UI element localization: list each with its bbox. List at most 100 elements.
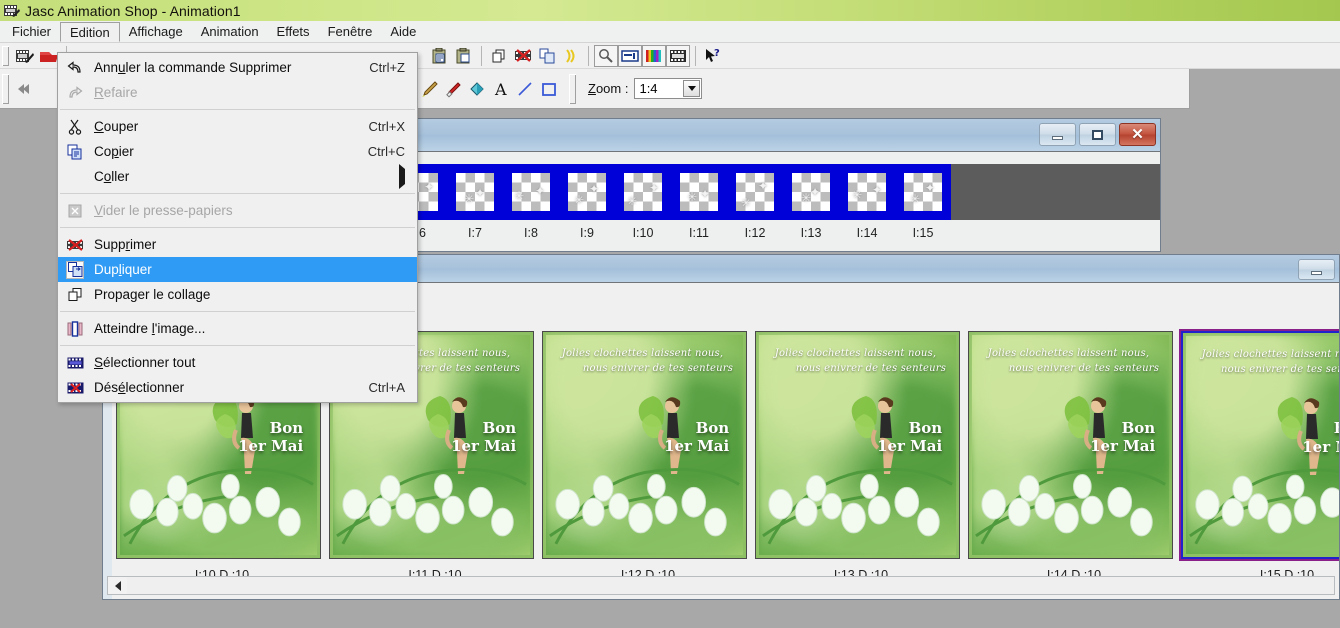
- lily-of-the-valley-icon: [762, 468, 953, 545]
- zoom-tool-icon[interactable]: [594, 44, 618, 67]
- artwork-script-text: Jolies clochettes laissent nous, nous en…: [774, 348, 947, 374]
- paint-brush-icon[interactable]: [417, 78, 441, 100]
- menu-item-label: Sélectionner tout: [94, 355, 196, 370]
- frame-thumbnail[interactable]: Jolies clochettes laissent nous, nous en…: [1181, 331, 1339, 559]
- menu-item-annuler[interactable]: Annuler la commande Supprimer Ctrl+Z: [58, 55, 417, 80]
- filmstrip-cell[interactable]: ✳✦: [512, 173, 550, 211]
- minimize-button[interactable]: [1039, 123, 1076, 146]
- horizontal-scrollbar[interactable]: [107, 576, 1335, 595]
- menu-item-label: Vider le presse-papiers: [94, 203, 233, 218]
- minimize-button[interactable]: [1298, 259, 1335, 280]
- rectangle-tool-icon[interactable]: [537, 78, 561, 100]
- menu-animation[interactable]: Animation: [192, 21, 268, 42]
- filmstrip-cell[interactable]: ✳✦: [792, 173, 830, 211]
- eraser-icon[interactable]: [441, 78, 465, 100]
- menubar: Fichier Edition Affichage Animation Effe…: [0, 21, 1340, 43]
- duplicate-frame-icon[interactable]: [535, 45, 559, 67]
- toolbar-separator-4: [695, 45, 696, 66]
- menu-item-dupliquer[interactable]: Dupliquer: [58, 257, 417, 282]
- toolbar-separator-2: [481, 45, 482, 66]
- filmstrip-cell[interactable]: ✳✦: [568, 173, 606, 211]
- menu-item-accel: Ctrl+X: [368, 119, 405, 134]
- menu-separator: [60, 109, 415, 110]
- menu-fichier[interactable]: Fichier: [3, 21, 60, 42]
- menu-item-couper[interactable]: Couper Ctrl+X: [58, 114, 417, 139]
- close-button[interactable]: ✕: [1119, 123, 1156, 146]
- menu-edition[interactable]: Edition: [60, 22, 120, 42]
- propagate-paste-icon[interactable]: [487, 45, 511, 67]
- new-animation-icon[interactable]: [13, 45, 37, 67]
- help-pointer-icon[interactable]: ?: [701, 45, 725, 67]
- filmstrip-cell[interactable]: ✳✦: [736, 173, 774, 211]
- menu-item-accel: Ctrl+C: [367, 144, 405, 159]
- menu-item-accel: Ctrl+Z: [369, 60, 405, 75]
- menu-item-vider-presse-papiers[interactable]: Vider le presse-papiers: [58, 198, 417, 223]
- artwork-script-text: Jolies clochettes laissent nous, nous en…: [561, 348, 734, 374]
- frame-cell[interactable]: Jolies clochettes laissent nous, nous en…: [542, 331, 754, 582]
- text-tool-icon[interactable]: A: [489, 78, 513, 100]
- menu-item-selectionner-tout[interactable]: Sélectionner tout: [58, 350, 417, 375]
- menu-item-label: Copier: [94, 144, 134, 159]
- zoom-select[interactable]: 1:4: [634, 78, 703, 99]
- flood-fill-icon[interactable]: [465, 78, 489, 100]
- filmstrip-label: I:15: [912, 226, 934, 240]
- filmstrip-cell[interactable]: ✳✦: [456, 173, 494, 211]
- first-frame-icon[interactable]: [13, 78, 37, 100]
- scroll-left-arrow[interactable]: [108, 577, 127, 594]
- filmstrip-icon[interactable]: [666, 44, 690, 67]
- menu-fenetre[interactable]: Fenêtre: [319, 21, 382, 42]
- edition-dropdown-menu: Annuler la commande Supprimer Ctrl+Z Ref…: [57, 52, 418, 403]
- frame-thumbnail[interactable]: Jolies clochettes laissent nous, nous en…: [968, 331, 1173, 559]
- zoom-label: Zoom :: [588, 81, 629, 96]
- frame-artwork: Jolies clochettes laissent nous, nous en…: [969, 332, 1172, 558]
- frame-cell-selected[interactable]: Jolies clochettes laissent nous, nous en…: [1181, 331, 1339, 582]
- submenu-arrow-icon: [399, 164, 405, 189]
- toolbar-grip[interactable]: [2, 45, 9, 66]
- app-titlebar: Jasc Animation Shop - Animation1: [0, 0, 1340, 21]
- frame-cell[interactable]: Jolies clochettes laissent nous, nous en…: [968, 331, 1180, 582]
- menu-item-label: Désélectionner: [94, 380, 185, 395]
- filmstrip-label: I:12: [744, 226, 766, 240]
- lily-of-the-valley-icon: [975, 468, 1166, 545]
- menu-item-refaire[interactable]: Refaire: [58, 80, 417, 105]
- menu-aide[interactable]: Aide: [381, 21, 425, 42]
- menu-item-propager-collage[interactable]: Propager le collage: [58, 282, 417, 307]
- deselect-icon: [66, 379, 84, 397]
- svg-text:A: A: [494, 80, 507, 98]
- maximize-button[interactable]: [1079, 123, 1116, 146]
- chevron-down-icon[interactable]: [683, 80, 701, 97]
- menu-affichage[interactable]: Affichage: [120, 21, 192, 42]
- toolbar-grip-3[interactable]: [569, 73, 576, 104]
- menu-item-label: Supprimer: [94, 237, 157, 252]
- filmstrip-label: I:14: [856, 226, 878, 240]
- filmstrip-cell[interactable]: ✳✦: [904, 173, 942, 211]
- menu-item-label: Propager le collage: [94, 287, 211, 302]
- menu-separator: [60, 311, 415, 312]
- animation-play-icon[interactable]: [559, 45, 583, 67]
- paste-as-new-animation-icon[interactable]: [428, 45, 452, 67]
- line-tool-icon[interactable]: [513, 78, 537, 100]
- filmstrip-cell[interactable]: ✳✦: [848, 173, 886, 211]
- frame-artwork: Jolies clochettes laissent nous, nous en…: [543, 332, 746, 558]
- lily-of-the-valley-icon: [123, 468, 314, 545]
- menu-item-coller[interactable]: Coller: [58, 164, 417, 189]
- frame-cell[interactable]: Jolies clochettes laissent nous, nous en…: [755, 331, 967, 582]
- frame-thumbnail[interactable]: Jolies clochettes laissent nous, nous en…: [542, 331, 747, 559]
- delete-frame-icon[interactable]: [511, 45, 535, 67]
- color-palette-icon[interactable]: [642, 44, 666, 67]
- svg-text:?: ?: [714, 48, 720, 59]
- toolbar-grip-2[interactable]: [2, 73, 9, 104]
- filmstrip-cell[interactable]: ✳✦: [680, 173, 718, 211]
- caption-icon[interactable]: [618, 44, 642, 67]
- menu-item-copier[interactable]: Copier Ctrl+C: [58, 139, 417, 164]
- menu-separator: [60, 193, 415, 194]
- undo-icon: [66, 59, 84, 77]
- filmstrip-label: I:8: [524, 226, 538, 240]
- paste-into-frame-icon[interactable]: [452, 45, 476, 67]
- menu-effets[interactable]: Effets: [268, 21, 319, 42]
- filmstrip-cell[interactable]: ✳✦: [624, 173, 662, 211]
- menu-item-atteindre-image[interactable]: Atteindre l'image...: [58, 316, 417, 341]
- menu-item-deselectionner[interactable]: Désélectionner Ctrl+A: [58, 375, 417, 400]
- frame-thumbnail[interactable]: Jolies clochettes laissent nous, nous en…: [755, 331, 960, 559]
- menu-item-supprimer[interactable]: Supprimer: [58, 232, 417, 257]
